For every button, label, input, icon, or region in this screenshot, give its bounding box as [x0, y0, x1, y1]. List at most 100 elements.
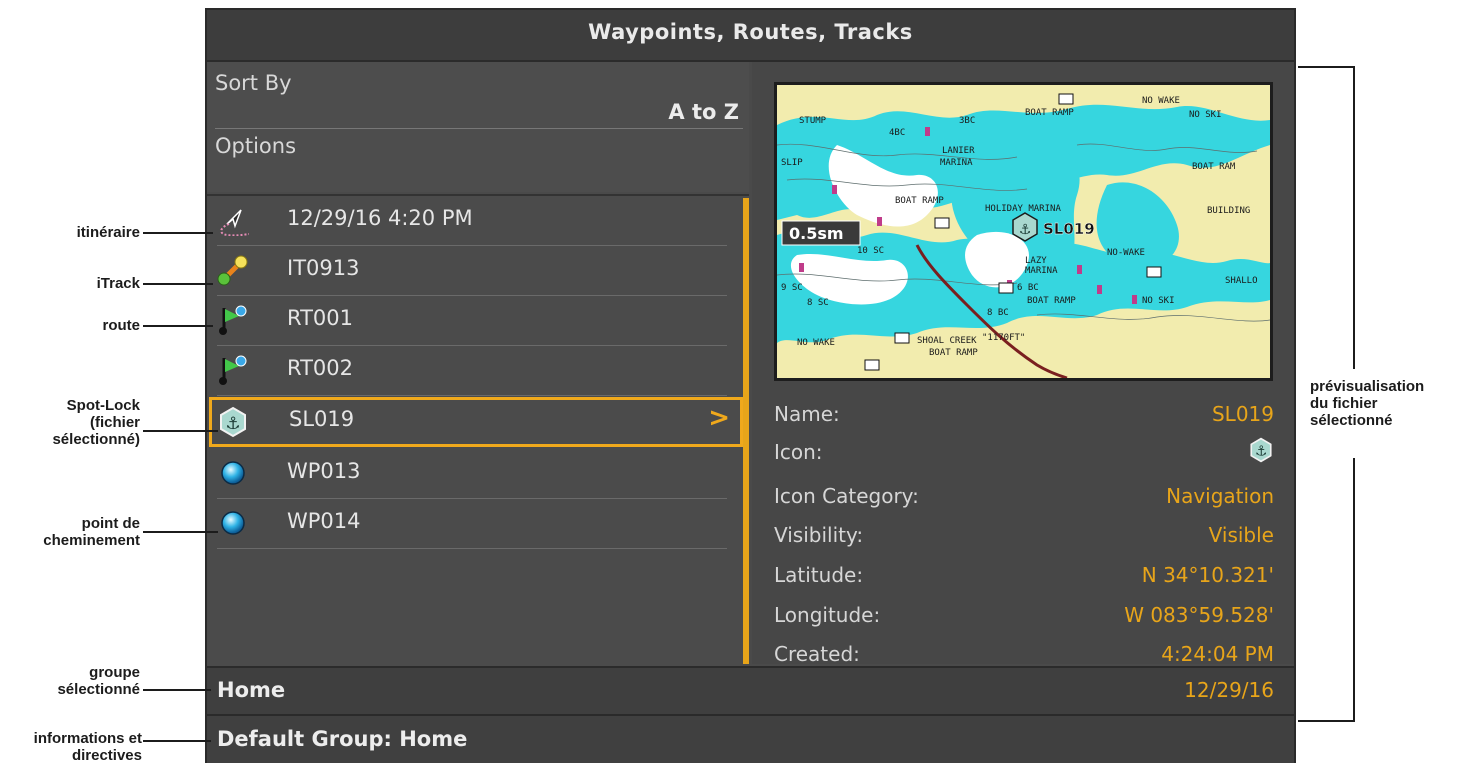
- map-label: 8 SC: [807, 298, 829, 308]
- map-label: NO SKI: [1142, 296, 1175, 306]
- chevron-right-icon[interactable]: >: [708, 403, 730, 433]
- annotation-line: cheminement: [43, 532, 140, 549]
- map-label: NO WAKE: [1142, 96, 1180, 106]
- annotation-itineraire: itinéraire: [76, 224, 140, 241]
- map-scale: 0.5sm: [789, 224, 844, 243]
- map-label: 10 SC: [857, 246, 884, 256]
- footer-text: Default Group: Home: [217, 727, 468, 751]
- annotation-route: route: [102, 317, 141, 334]
- list-item[interactable]: WP013: [217, 449, 727, 499]
- bracket-upper: [1353, 66, 1355, 369]
- created-time: 4:24:04 PM: [1161, 642, 1274, 666]
- map-label: STUMP: [799, 116, 827, 126]
- sort-panel[interactable]: Sort By A to Z Options: [207, 62, 749, 192]
- map-label: MARINA: [940, 158, 973, 168]
- annotation-leader: [143, 232, 213, 234]
- list-item-label: IT0913: [287, 256, 360, 280]
- list-item-label: WP014: [287, 509, 361, 533]
- annotation-itrack: iTrack: [96, 275, 140, 292]
- list-item[interactable]: 12/29/16 4:20 PM: [217, 196, 727, 246]
- spot-lock-anchor-icon: ⚓: [1250, 437, 1272, 463]
- annotation-preview: prévisualisation du fichier sélectionné: [1310, 378, 1480, 429]
- svg-text:⚓: ⚓: [1255, 444, 1267, 460]
- list-item-label: WP013: [287, 459, 361, 483]
- map-label: NO SKI: [1189, 110, 1222, 120]
- annotation-line: Spot-Lock: [66, 397, 140, 414]
- longitude-value: W 083°59.528': [1124, 603, 1274, 627]
- annotation-line: du fichier: [1310, 395, 1378, 412]
- annotation-line: prévisualisation: [1310, 378, 1425, 395]
- longitude-label: Longitude:: [774, 603, 881, 627]
- annotation-spotlock: Spot-Lock (fichier sélectionné): [20, 397, 140, 448]
- list-item-selected[interactable]: ⚓ SL019 >: [209, 397, 743, 447]
- divider: [215, 128, 743, 129]
- map-label: NO WAKE: [797, 338, 835, 348]
- route-flag-icon: [219, 305, 247, 335]
- list-item[interactable]: WP014: [217, 499, 727, 549]
- annotation-line: sélectionné): [52, 431, 140, 448]
- annotation-info: informations et directives: [2, 730, 142, 764]
- title-bar: Waypoints, Routes, Tracks: [207, 10, 1294, 62]
- name-value: SL019: [1211, 402, 1274, 426]
- latitude-label: Latitude:: [774, 563, 864, 587]
- annotation-leader: [143, 689, 211, 691]
- map-label: 3BC: [959, 116, 975, 126]
- map-label: BUILDING: [1207, 206, 1250, 216]
- map-label: BOAT RAMP: [1025, 108, 1074, 118]
- map-label: MARINA: [1025, 266, 1058, 276]
- selected-group-bar[interactable]: Home 12/29/16: [207, 666, 1294, 714]
- map-marker-label: SL019: [1043, 220, 1095, 238]
- annotation-leader: [143, 283, 213, 285]
- name-label: Name:: [774, 402, 840, 426]
- map-label: 9 SC: [781, 283, 803, 293]
- icon-category-label: Icon Category:: [774, 484, 919, 508]
- annotation-line: sélectionné: [1310, 412, 1393, 429]
- map-label: 6 BC: [1017, 283, 1039, 293]
- scrollbar[interactable]: [743, 198, 749, 664]
- map-label: "1170FT": [982, 333, 1025, 343]
- bracket-lower: [1353, 458, 1355, 722]
- annotation-line: directives: [71, 747, 142, 764]
- latitude-value: N 34°10.321': [1141, 563, 1274, 587]
- file-list: 12/29/16 4:20 PM IT0913 RT001 RT002 ⚓ SL…: [207, 194, 749, 666]
- created-label: Created:: [774, 642, 860, 666]
- list-item-label: 12/29/16 4:20 PM: [287, 206, 473, 230]
- list-item-label: RT002: [287, 356, 353, 380]
- options-menu-item[interactable]: Options: [215, 134, 296, 158]
- map-label: SHALLO: [1225, 276, 1258, 286]
- map-label: BOAT RAMP: [929, 348, 978, 358]
- visibility-value: Visible: [1208, 523, 1274, 547]
- map-label: SHOAL CREEK: [917, 336, 977, 346]
- sort-by-value[interactable]: A to Z: [668, 100, 739, 124]
- annotation-line: informations et: [33, 730, 142, 747]
- bracket-bottom: [1298, 720, 1354, 722]
- spot-lock-anchor-icon: ⚓: [220, 406, 246, 438]
- map-label: BOAT RAM: [1192, 162, 1236, 172]
- sort-by-label: Sort By: [215, 71, 292, 95]
- map-label: 4BC: [889, 128, 905, 138]
- svg-text:⚓: ⚓: [1019, 222, 1032, 238]
- waypoint-icon: [221, 511, 245, 535]
- list-item-label: SL019: [289, 407, 355, 431]
- svg-text:⚓: ⚓: [225, 414, 240, 434]
- annotation-leader: [143, 325, 213, 327]
- list-item[interactable]: RT001: [217, 296, 727, 346]
- page-title: Waypoints, Routes, Tracks: [588, 20, 913, 44]
- visibility-label: Visibility:: [774, 523, 864, 547]
- annotation-line: sélectionné: [57, 681, 140, 698]
- map-label: 8 BC: [987, 308, 1009, 318]
- list-item[interactable]: RT002: [217, 346, 727, 396]
- bracket-top: [1298, 66, 1354, 68]
- itrack-icon: [217, 255, 248, 286]
- info-footer: Default Group: Home: [207, 714, 1294, 763]
- annotation-line: point de: [81, 515, 140, 532]
- annotation-waypoint: point de cheminement: [20, 515, 140, 549]
- map-label: SLIP: [781, 158, 803, 168]
- map-preview[interactable]: STUMP 4BC 3BC BOAT RAMP NO WAKE NO SKI SLIP LAN…: [774, 82, 1273, 381]
- waypoint-icon: [221, 461, 245, 485]
- map-label: LAZY: [1025, 256, 1047, 266]
- map-label: BOAT RAMP: [1027, 296, 1076, 306]
- annotation-leader: [143, 430, 218, 432]
- annotation-group: groupe sélectionné: [20, 664, 140, 698]
- list-item[interactable]: IT0913: [217, 246, 727, 296]
